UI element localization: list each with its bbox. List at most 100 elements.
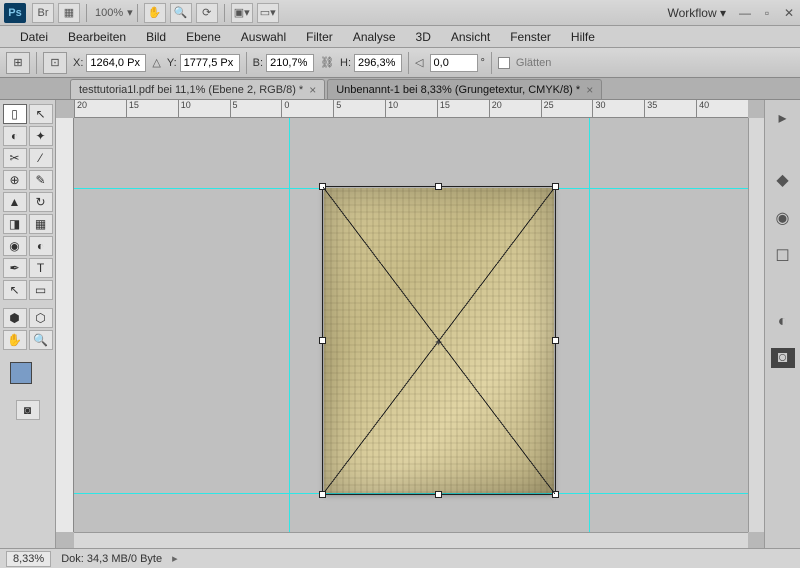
h-label: H: bbox=[340, 57, 351, 69]
rotate-view-button[interactable]: ⟳ bbox=[196, 3, 218, 23]
degree-label: ° bbox=[481, 57, 485, 69]
right-panel-dock: ▸ ◆ ◉ ☐ ◐ ◙ bbox=[764, 100, 800, 548]
eyedropper-tool[interactable]: ⁄ bbox=[29, 148, 53, 168]
menu-bearbeiten[interactable]: Bearbeiten bbox=[58, 30, 136, 44]
history-brush-tool[interactable]: ↻ bbox=[29, 192, 53, 212]
wand-tool[interactable]: ✦ bbox=[29, 126, 53, 146]
scrollbar-horizontal[interactable] bbox=[74, 532, 748, 548]
zoom-dropdown[interactable]: 100% bbox=[95, 7, 123, 19]
workspace-dropdown[interactable]: Workflow ▾ bbox=[668, 6, 726, 20]
delta-icon: △ bbox=[152, 56, 160, 69]
x-field: X: bbox=[73, 54, 146, 72]
document-tabs: testtutoria1l.pdf bei 11,1% (Ebene 2, RG… bbox=[0, 78, 800, 100]
3d-tool[interactable]: ⬢ bbox=[3, 308, 27, 328]
angle-input[interactable] bbox=[430, 54, 478, 72]
adjustments-panel-icon[interactable]: ◐ bbox=[770, 310, 796, 334]
x-input[interactable] bbox=[86, 54, 146, 72]
y-input[interactable] bbox=[180, 54, 240, 72]
paths-panel-icon[interactable]: ☐ bbox=[770, 244, 796, 268]
channels-panel-icon[interactable]: ◉ bbox=[770, 206, 796, 230]
stamp-tool[interactable]: ▲ bbox=[3, 192, 27, 212]
y-label: Y: bbox=[167, 57, 177, 69]
transform-handle[interactable] bbox=[552, 337, 559, 344]
tab-label: testtutoria1l.pdf bei 11,1% (Ebene 2, RG… bbox=[79, 84, 303, 96]
blur-tool[interactable]: ◉ bbox=[3, 236, 27, 256]
tab-unbenannt[interactable]: Unbenannt-1 bei 8,33% (Grungetextur, CMY… bbox=[327, 79, 602, 99]
transform-center-icon[interactable]: ✦ bbox=[434, 336, 444, 346]
close-icon[interactable]: × bbox=[309, 83, 316, 97]
hand-tool[interactable]: ✋ bbox=[3, 330, 27, 350]
crop-tool[interactable]: ✂ bbox=[3, 148, 27, 168]
layers-panel-icon[interactable]: ◆ bbox=[770, 168, 796, 192]
status-zoom[interactable]: 8,33% bbox=[6, 551, 51, 567]
transform-tool-icon[interactable]: ⊞ bbox=[6, 52, 30, 74]
gradient-tool[interactable]: ▦ bbox=[29, 214, 53, 234]
history-panel-icon[interactable]: ◙ bbox=[771, 348, 795, 368]
maximize-button[interactable]: ▫ bbox=[757, 5, 777, 21]
close-button[interactable]: ✕ bbox=[779, 5, 799, 21]
menu-auswahl[interactable]: Auswahl bbox=[231, 30, 296, 44]
minimize-button[interactable]: — bbox=[735, 5, 755, 21]
w-input[interactable] bbox=[266, 54, 314, 72]
transform-handle[interactable] bbox=[319, 337, 326, 344]
menu-bild[interactable]: Bild bbox=[136, 30, 176, 44]
titlebar: Ps Br ▦ 100%▾ ✋ 🔍 ⟳ ▣▾ ▭▾ Workflow ▾ — ▫… bbox=[0, 0, 800, 26]
3d-camera-tool[interactable]: ⬡ bbox=[29, 308, 53, 328]
separator bbox=[137, 4, 138, 22]
ruler-horizontal[interactable]: 20 15 10 5 0 5 10 15 20 25 30 35 40 bbox=[74, 100, 748, 118]
eraser-tool[interactable]: ◨ bbox=[3, 214, 27, 234]
type-tool[interactable]: T bbox=[29, 258, 53, 278]
heal-tool[interactable]: ⊕ bbox=[3, 170, 27, 190]
menu-analyse[interactable]: Analyse bbox=[343, 30, 406, 44]
hand-tool-button[interactable]: ✋ bbox=[144, 3, 166, 23]
tab-testtutorial[interactable]: testtutoria1l.pdf bei 11,1% (Ebene 2, RG… bbox=[70, 79, 325, 99]
path-select-tool[interactable]: ↖ bbox=[3, 280, 27, 300]
menu-filter[interactable]: Filter bbox=[296, 30, 343, 44]
menu-ansicht[interactable]: Ansicht bbox=[441, 30, 500, 44]
screen-mode-button[interactable]: ▦ bbox=[58, 3, 80, 23]
bridge-button[interactable]: Br bbox=[32, 3, 54, 23]
menu-ebene[interactable]: Ebene bbox=[176, 30, 231, 44]
arrange-docs-button[interactable]: ▣▾ bbox=[231, 3, 253, 23]
menu-hilfe[interactable]: Hilfe bbox=[561, 30, 605, 44]
w-field: B: bbox=[253, 54, 314, 72]
menu-3d[interactable]: 3D bbox=[406, 30, 441, 44]
move-tool[interactable]: ▯ bbox=[3, 104, 27, 124]
dodge-tool[interactable]: ◐ bbox=[29, 236, 53, 256]
canvas-background[interactable]: ✦ bbox=[74, 118, 748, 532]
zoom-tool-button[interactable]: 🔍 bbox=[170, 3, 192, 23]
status-arrow-icon[interactable]: ▸ bbox=[172, 552, 178, 565]
lasso-tool[interactable]: ◐ bbox=[3, 126, 27, 146]
menu-datei[interactable]: Datei bbox=[10, 30, 58, 44]
transform-handle[interactable] bbox=[552, 491, 559, 498]
zoom-tool[interactable]: 🔍 bbox=[29, 330, 53, 350]
marquee-tool[interactable]: ↖ bbox=[29, 104, 53, 124]
antialias-label: Glätten bbox=[516, 57, 551, 69]
w-label: B: bbox=[253, 57, 263, 69]
transform-handle[interactable] bbox=[319, 183, 326, 190]
link-icon[interactable]: ⛓ bbox=[320, 56, 334, 69]
collapse-icon[interactable]: ▸ bbox=[770, 106, 796, 130]
reference-point-icon[interactable]: ⊡ bbox=[43, 52, 67, 74]
shape-tool[interactable]: ▭ bbox=[29, 280, 53, 300]
ruler-vertical[interactable] bbox=[56, 118, 74, 532]
quickmask-tool[interactable]: ◙ bbox=[16, 400, 40, 420]
fg-color-swatch[interactable] bbox=[10, 362, 32, 384]
color-swatches[interactable] bbox=[10, 356, 46, 392]
transform-handle[interactable] bbox=[435, 491, 442, 498]
menu-fenster[interactable]: Fenster bbox=[500, 30, 561, 44]
brush-tool[interactable]: ✎ bbox=[29, 170, 53, 190]
transform-bounding-box[interactable]: ✦ bbox=[322, 186, 556, 495]
transform-handle[interactable] bbox=[552, 183, 559, 190]
guide-vertical[interactable] bbox=[289, 118, 290, 532]
screen-mode-button-2[interactable]: ▭▾ bbox=[257, 3, 279, 23]
transform-handle[interactable] bbox=[319, 491, 326, 498]
antialias-checkbox[interactable] bbox=[498, 57, 510, 69]
close-icon[interactable]: × bbox=[586, 83, 593, 97]
guide-vertical[interactable] bbox=[589, 118, 590, 532]
scrollbar-vertical[interactable] bbox=[748, 118, 764, 532]
status-doc-info[interactable]: Dok: 34,3 MB/0 Byte bbox=[61, 553, 162, 565]
transform-handle[interactable] bbox=[435, 183, 442, 190]
pen-tool[interactable]: ✒ bbox=[3, 258, 27, 278]
h-input[interactable] bbox=[354, 54, 402, 72]
